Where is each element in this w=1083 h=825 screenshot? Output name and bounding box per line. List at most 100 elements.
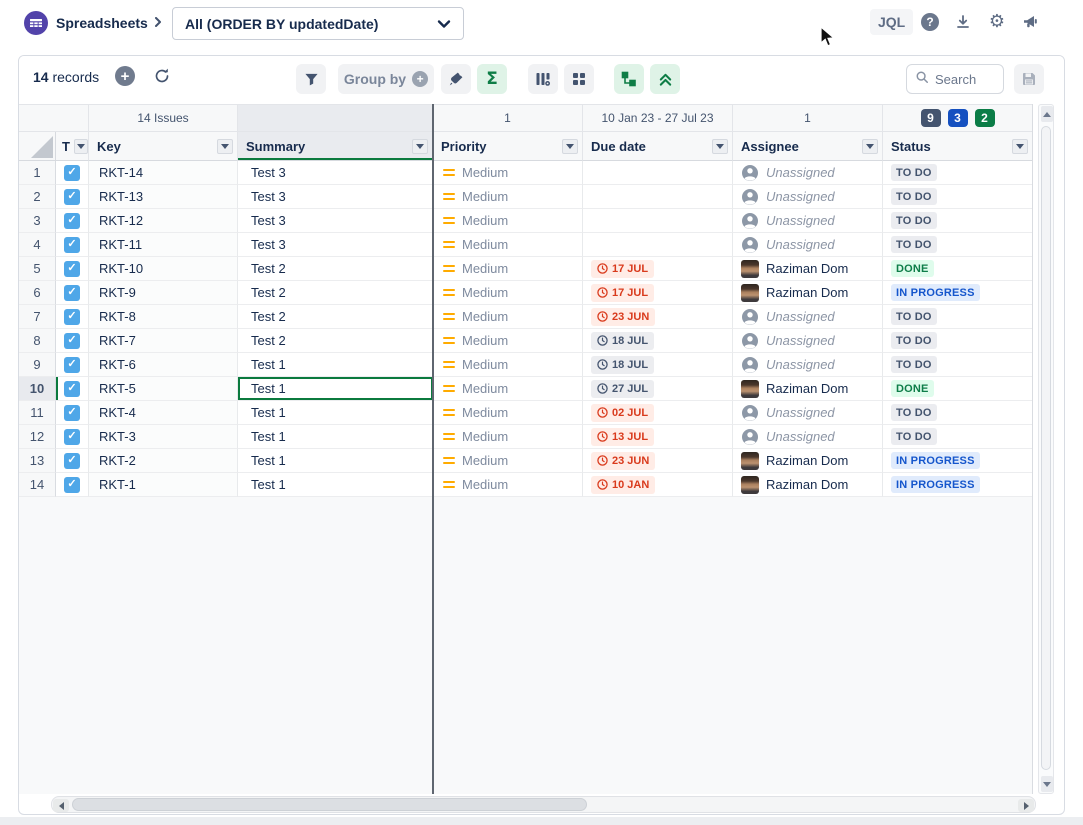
row-checkbox[interactable]: ✓ [64, 357, 80, 373]
status-cell[interactable]: TO DO [883, 209, 1033, 233]
group-cell-due-range[interactable]: 10 Jan 23 - 27 Jul 23 [583, 104, 733, 132]
row-checkbox[interactable]: ✓ [64, 429, 80, 445]
assignee-cell[interactable]: Unassigned [733, 353, 883, 377]
view-selector[interactable]: All (ORDER BY updatedDate) [172, 7, 464, 40]
group-cell-assignee-count[interactable]: 1 [733, 104, 883, 132]
row-checkbox-cell[interactable]: ✓ [56, 185, 89, 209]
row-checkbox[interactable]: ✓ [64, 189, 80, 205]
breadcrumb-app-name[interactable]: Spreadsheets [56, 15, 148, 31]
assignee-cell[interactable]: Unassigned [733, 329, 883, 353]
help-icon[interactable]: ? [919, 11, 941, 33]
horizontal-scrollbar-thumb[interactable] [72, 798, 587, 811]
assignee-cell[interactable]: Unassigned [733, 209, 883, 233]
priority-cell[interactable]: Medium [433, 257, 583, 281]
save-view-button[interactable] [1014, 64, 1044, 94]
status-cell[interactable]: TO DO [883, 233, 1033, 257]
summary-cell[interactable]: Test 1 [238, 449, 433, 473]
assignee-cell[interactable]: Raziman Dom [733, 473, 883, 497]
row-checkbox[interactable]: ✓ [64, 237, 80, 253]
row-checkbox-cell[interactable]: ✓ [56, 329, 89, 353]
due-date-cell[interactable] [583, 161, 733, 185]
status-cell[interactable]: TO DO [883, 401, 1033, 425]
key-cell[interactable]: RKT-12 [89, 209, 238, 233]
row-checkbox[interactable]: ✓ [64, 333, 80, 349]
due-date-cell[interactable]: 18 JUL [583, 329, 733, 353]
group-cell-status-counts[interactable]: 932 [883, 104, 1033, 132]
summary-cell[interactable]: Test 1 [238, 425, 433, 449]
summary-cell[interactable]: Test 3 [238, 161, 433, 185]
summary-cell[interactable]: Test 1 [238, 377, 433, 401]
due-date-cell[interactable] [583, 209, 733, 233]
collapse-all-button[interactable] [650, 64, 680, 94]
status-cell[interactable]: TO DO [883, 329, 1033, 353]
scroll-down-button[interactable] [1041, 776, 1053, 792]
priority-cell[interactable]: Medium [433, 353, 583, 377]
key-cell[interactable]: RKT-14 [89, 161, 238, 185]
key-cell[interactable]: RKT-6 [89, 353, 238, 377]
assignee-cell[interactable]: Unassigned [733, 305, 883, 329]
column-header-key[interactable]: Key [89, 132, 238, 161]
row-checkbox[interactable]: ✓ [64, 213, 80, 229]
row-checkbox-cell[interactable]: ✓ [56, 425, 89, 449]
row-number-cell[interactable]: 2 [19, 185, 56, 209]
scroll-left-button[interactable] [53, 799, 69, 812]
row-number-cell[interactable]: 5 [19, 257, 56, 281]
row-checkbox-cell[interactable]: ✓ [56, 401, 89, 425]
priority-cell[interactable]: Medium [433, 425, 583, 449]
column-header-type[interactable]: T [56, 132, 89, 161]
filter-button[interactable] [296, 64, 326, 94]
row-checkbox[interactable]: ✓ [64, 285, 80, 301]
column-menu-button[interactable] [862, 139, 878, 154]
vertical-scrollbar-thumb[interactable] [1041, 126, 1051, 770]
priority-cell[interactable]: Medium [433, 161, 583, 185]
summary-cell[interactable]: Test 2 [238, 329, 433, 353]
select-all-corner[interactable] [19, 132, 56, 161]
row-checkbox[interactable]: ✓ [64, 261, 80, 277]
add-record-button[interactable]: + [115, 66, 135, 86]
row-checkbox[interactable]: ✓ [64, 309, 80, 325]
status-cell[interactable]: IN PROGRESS [883, 281, 1033, 305]
column-menu-button[interactable] [412, 139, 428, 154]
key-cell[interactable]: RKT-11 [89, 233, 238, 257]
hierarchy-button[interactable] [614, 64, 644, 94]
row-number-cell[interactable]: 12 [19, 425, 56, 449]
priority-cell[interactable]: Medium [433, 233, 583, 257]
assignee-cell[interactable]: Unassigned [733, 425, 883, 449]
row-number-cell[interactable]: 8 [19, 329, 56, 353]
row-number-cell[interactable]: 3 [19, 209, 56, 233]
format-paint-button[interactable] [441, 64, 471, 94]
group-cell-summary[interactable] [238, 104, 433, 132]
assignee-cell[interactable]: Raziman Dom [733, 257, 883, 281]
status-cell[interactable]: TO DO [883, 425, 1033, 449]
gear-icon[interactable]: ⚙ [986, 11, 1008, 33]
search-input[interactable] [935, 72, 995, 87]
priority-cell[interactable]: Medium [433, 401, 583, 425]
summary-cell[interactable]: Test 1 [238, 473, 433, 497]
row-checkbox-cell[interactable]: ✓ [56, 449, 89, 473]
refresh-button[interactable] [151, 65, 173, 87]
key-cell[interactable]: RKT-4 [89, 401, 238, 425]
assignee-cell[interactable]: Unassigned [733, 185, 883, 209]
key-cell[interactable]: RKT-2 [89, 449, 238, 473]
row-number-cell[interactable]: 10 [19, 377, 56, 401]
scroll-right-button[interactable] [1018, 799, 1034, 812]
row-checkbox-cell[interactable]: ✓ [56, 353, 89, 377]
row-number-cell[interactable]: 4 [19, 233, 56, 257]
column-header-priority[interactable]: Priority [433, 132, 583, 161]
row-checkbox-cell[interactable]: ✓ [56, 209, 89, 233]
key-cell[interactable]: RKT-9 [89, 281, 238, 305]
summary-cell[interactable]: Test 3 [238, 209, 433, 233]
due-date-cell[interactable]: 02 JUL [583, 401, 733, 425]
column-menu-button[interactable] [562, 139, 578, 154]
summary-cell[interactable]: Test 1 [238, 401, 433, 425]
status-cell[interactable]: DONE [883, 377, 1033, 401]
row-number-cell[interactable]: 6 [19, 281, 56, 305]
summary-cell[interactable]: Test 2 [238, 281, 433, 305]
status-cell[interactable]: TO DO [883, 185, 1033, 209]
key-cell[interactable]: RKT-8 [89, 305, 238, 329]
due-date-cell[interactable]: 23 JUN [583, 449, 733, 473]
column-menu-button[interactable] [712, 139, 728, 154]
summary-cell[interactable]: Test 2 [238, 257, 433, 281]
scroll-up-button[interactable] [1041, 106, 1053, 122]
card-view-button[interactable] [564, 64, 594, 94]
